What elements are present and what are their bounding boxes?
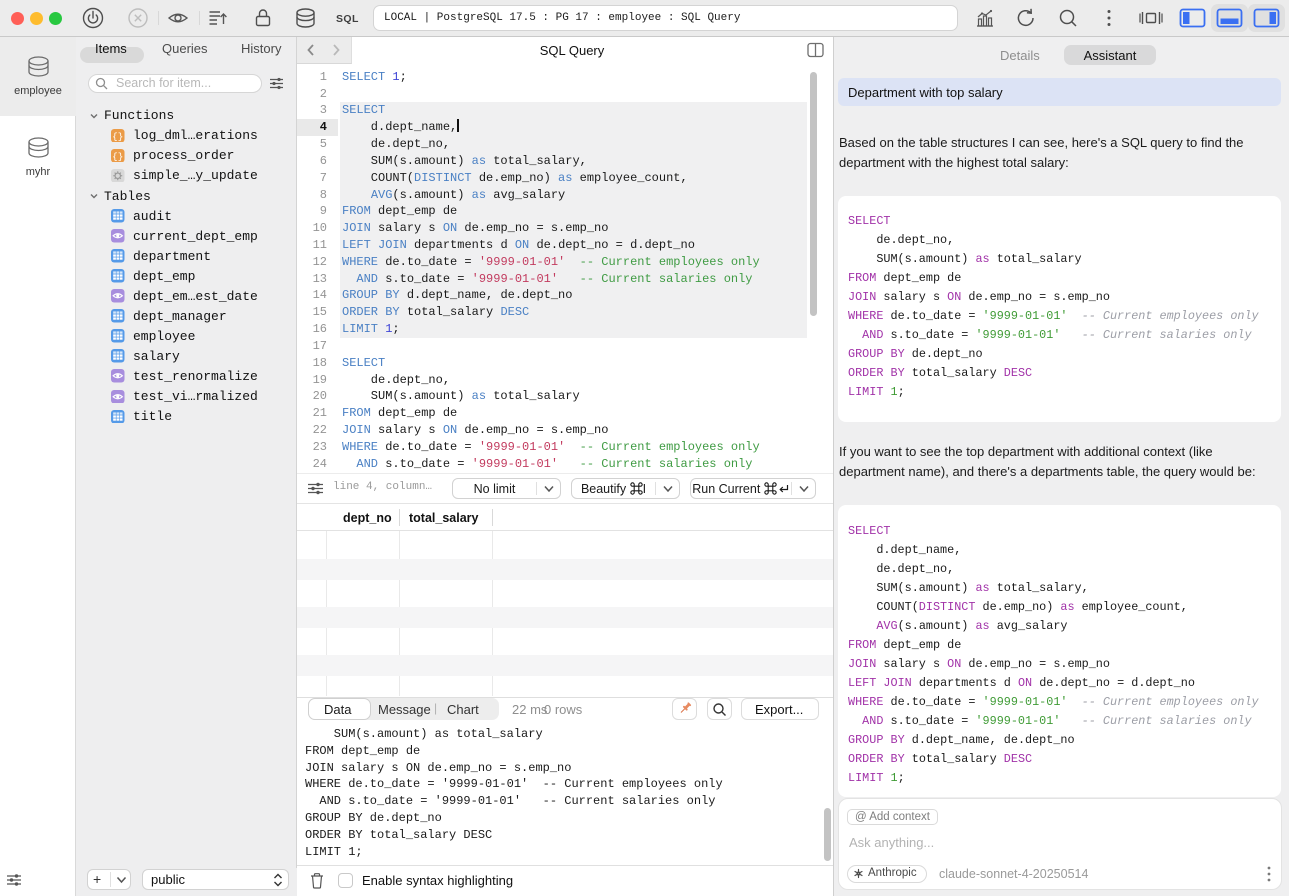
svg-text:{}: {} (112, 151, 123, 162)
svg-text:{}: {} (112, 131, 123, 142)
